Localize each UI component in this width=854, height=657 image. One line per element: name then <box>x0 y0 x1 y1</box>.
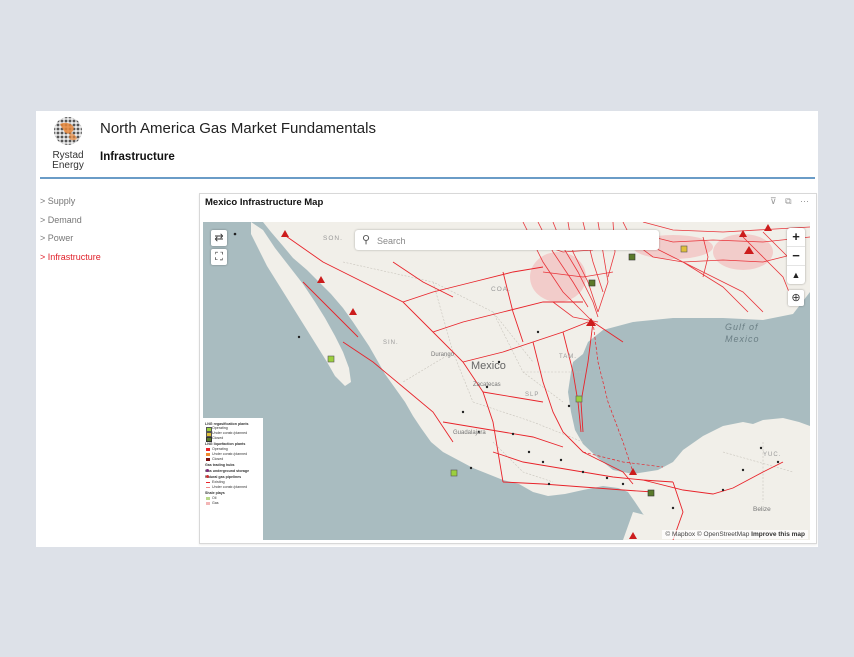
map-label-belize: Belize <box>753 506 771 513</box>
search-icon: ⚲ <box>362 234 371 246</box>
zoom-to-selection-button[interactable]: ⊕ <box>788 290 804 306</box>
legend-label: Gas <box>212 500 219 505</box>
compass-button[interactable]: ▲ <box>787 266 805 284</box>
legend-label: Under constr./planned <box>212 431 248 436</box>
map-label-country: Mexico <box>471 360 506 372</box>
map-label-durango: Durango <box>431 352 455 358</box>
header-divider <box>40 177 815 179</box>
panel-title: Mexico Infrastructure Map <box>205 197 324 208</box>
map-label-coa: COA. <box>491 286 511 293</box>
map-search-box: ⚲ <box>355 230 659 250</box>
logo-text-line2: Energy <box>52 160 84 171</box>
panel-tools[interactable]: ⊽ ⧉ ⋯ <box>770 196 812 207</box>
map-label-slp: SLP <box>525 392 540 398</box>
globe-icon <box>54 117 82 145</box>
legend-label: Existing <box>212 480 225 485</box>
zoom-in-button[interactable]: + <box>787 228 805 247</box>
legend-label: Operating <box>212 446 228 451</box>
map-panel: Mexico Infrastructure Map ⊽ ⧉ ⋯ SON. COA… <box>199 193 817 544</box>
map-label-sin: SIN. <box>383 340 399 346</box>
map-legend: LNG regasification plants Operating Unde… <box>203 418 263 540</box>
legend-label: Oil <box>212 496 217 501</box>
sidebar: > Supply > Demand > Power > Infrastructu… <box>40 195 190 269</box>
page-title: Infrastructure <box>100 151 175 163</box>
map-label-guadalajara: Guadalajara <box>453 430 486 436</box>
sidebar-item-power[interactable]: > Power <box>40 232 190 251</box>
sidebar-item-supply[interactable]: > Supply <box>40 195 190 214</box>
legend-row: Closed <box>205 457 261 462</box>
zoom-out-button[interactable]: − <box>787 247 805 266</box>
legend-label: Operating <box>212 426 228 431</box>
legend-row: Gas <box>205 501 261 506</box>
legend-label: Under constr./planned <box>212 451 248 456</box>
legend-title-storage: Gas underground storage <box>205 469 250 474</box>
attribution-text[interactable]: © Mapbox © OpenStreetMap <box>665 531 749 538</box>
legend-row: Closed <box>205 435 261 442</box>
sidebar-item-demand[interactable]: > Demand <box>40 214 190 233</box>
zoom-controls: + − ▲ <box>787 228 805 284</box>
mexico-map[interactable]: SON. COA. Mexico Gulf of Mexico Durango … <box>203 222 810 540</box>
map-label-gulf-line2: Mexico <box>725 334 760 344</box>
map-label-son: SON. <box>323 235 343 242</box>
map-label-yuc: YUC. <box>763 452 782 458</box>
rystad-logo: Rystad Energy <box>48 115 88 173</box>
improve-map-link[interactable]: Improve this map <box>751 531 805 538</box>
legend-label: Closed <box>212 435 224 440</box>
legend-label: Closed <box>212 456 224 461</box>
map-label-zacatecas: Zacatecas <box>473 382 501 388</box>
app-title: North America Gas Market Fundamentals <box>100 120 376 137</box>
map-label-gulf-line1: Gulf of <box>725 322 759 332</box>
legend-title-hubs: Gas trading hubs <box>205 462 235 467</box>
sidebar-item-infrastructure[interactable]: > Infrastructure <box>40 251 190 270</box>
filter-map-button[interactable]: ⇄ <box>211 230 227 246</box>
app-window: Rystad Energy North America Gas Market F… <box>36 111 818 547</box>
map-search-input[interactable] <box>375 232 649 249</box>
legend-row: Under constr./planned <box>205 485 261 490</box>
map-attribution: © Mapbox © OpenStreetMap Improve this ma… <box>662 530 808 539</box>
legend-label: Under constr./planned <box>212 485 248 490</box>
map-canvas <box>203 222 810 540</box>
fullscreen-map-button[interactable]: ⛶ <box>211 249 227 265</box>
map-label-tam: TAM. <box>559 354 577 360</box>
